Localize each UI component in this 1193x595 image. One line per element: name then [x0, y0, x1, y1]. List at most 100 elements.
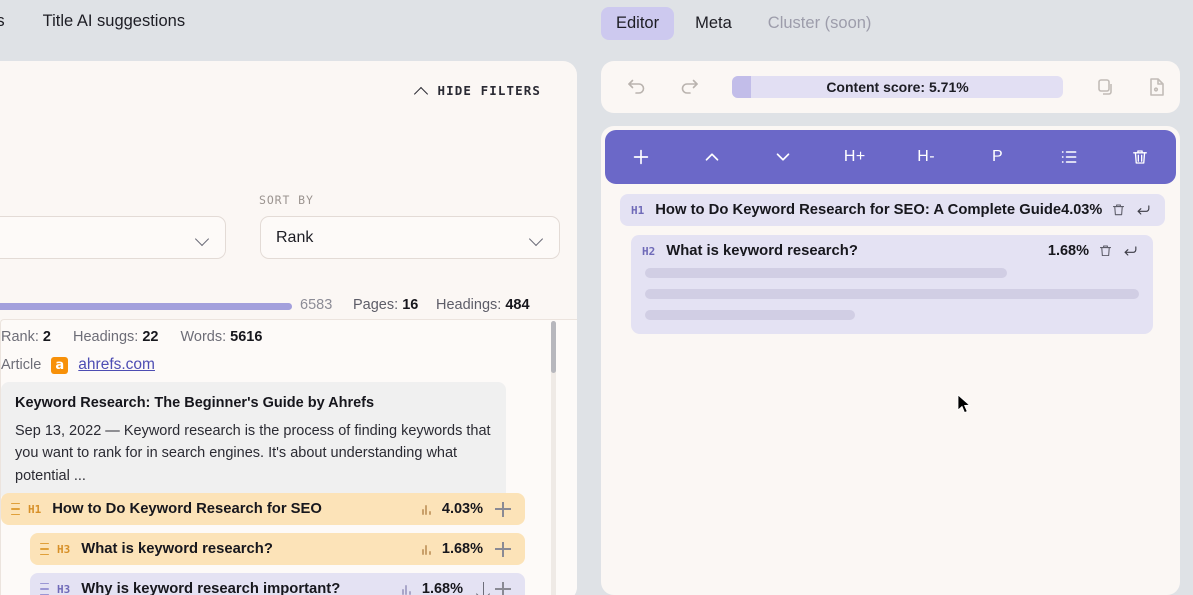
skeleton-line	[645, 289, 1139, 299]
heading-tag-badge: H1	[28, 503, 41, 516]
document-icon[interactable]	[1145, 75, 1169, 99]
bar-chart-icon	[422, 543, 435, 555]
hide-filters-label: HIDE FILTERS	[437, 83, 541, 98]
article-source-row: Article a ahrefs.com	[1, 356, 155, 374]
drag-handle-icon[interactable]	[11, 503, 20, 515]
result-headings-value: 22	[142, 329, 158, 345]
chevron-down-icon	[530, 234, 543, 247]
volume-progress-fill	[0, 303, 292, 310]
chevron-down-icon	[196, 234, 209, 247]
filter-select[interactable]	[0, 216, 226, 259]
plus-icon[interactable]	[495, 501, 512, 518]
content-score-label: Content score: 5.71%	[826, 79, 968, 95]
pages-counter: Pages: 16	[353, 297, 418, 313]
results-summary-row: 6583 Pages: 16 Headings: 484	[0, 297, 560, 321]
result-headings: Headings: 22	[73, 329, 158, 345]
results-scroll-area[interactable]: Rank: 2 Headings: 22 Words: 5616 Article…	[0, 319, 577, 595]
heading-tag-badge: H3	[57, 543, 70, 556]
result-rank-label: Rank:	[1, 329, 39, 345]
heading-up-icon: H+	[844, 148, 866, 166]
results-scrollbar[interactable]	[551, 321, 556, 595]
result-rank: Rank: 2	[1, 329, 51, 345]
chevron-up-icon	[701, 146, 723, 168]
trash-icon	[1130, 147, 1150, 167]
headings-counter-value: 484	[505, 297, 529, 313]
results-scrollbar-thumb[interactable]	[551, 321, 556, 373]
mouse-pointer-icon	[957, 394, 973, 416]
content-score-toolbar: Content score: 5.71%	[601, 61, 1180, 113]
heading-title: What is keyword research?	[81, 541, 273, 557]
topnav-item-suggestions-partial[interactable]: ons	[0, 12, 5, 31]
content-score-fill	[732, 76, 751, 98]
bar-chart-icon	[402, 583, 415, 595]
article-site-link[interactable]: ahrefs.com	[78, 356, 155, 374]
result-stats: Rank: 2 Headings: 22 Words: 5616	[1, 329, 262, 345]
editor-toolbar: H+ H- P	[605, 130, 1176, 184]
heading-decrease-button[interactable]: H-	[891, 130, 962, 184]
topnav-item-title-ai-suggestions[interactable]: Title AI suggestions	[43, 12, 185, 31]
heading-tag-badge: H1	[631, 204, 644, 217]
paragraph-button[interactable]: P	[962, 130, 1033, 184]
result-words-label: Words:	[180, 329, 226, 345]
pages-counter-label: Pages:	[353, 297, 398, 313]
serp-heading-row[interactable]: H1 How to Do Keyword Research for SEO 4.…	[1, 493, 525, 525]
headings-counter-label: Headings:	[436, 297, 501, 313]
list-button[interactable]	[1033, 130, 1104, 184]
delete-button[interactable]	[1105, 130, 1176, 184]
enter-icon[interactable]	[1135, 202, 1152, 218]
sort-by-select[interactable]: Rank	[260, 216, 560, 259]
move-up-button[interactable]	[676, 130, 747, 184]
serp-heading-row[interactable]: H3 What is keyword research? 1.68%	[30, 533, 525, 565]
serp-results-panel: HIDE FILTERS Y SORT BY Rank 6583 Pages: …	[0, 61, 577, 595]
panel-gutter	[580, 61, 597, 595]
heading-tag-badge: H3	[57, 583, 70, 595]
heading-title: How to Do Keyword Research for SEO	[52, 501, 322, 517]
copy-icon[interactable]	[1094, 75, 1118, 99]
snippet-body: Sep 13, 2022 — Keyword research is the p…	[15, 420, 492, 487]
article-label: Article	[1, 357, 41, 373]
skeleton-line	[645, 310, 855, 320]
drag-handle-icon[interactable]	[40, 583, 49, 595]
heading-percentage: 4.03%	[442, 501, 483, 517]
plus-icon	[630, 146, 652, 168]
plus-icon[interactable]	[495, 541, 512, 558]
heading-percentage: 1.68%	[442, 541, 483, 557]
chevron-up-icon	[415, 84, 428, 97]
undo-icon[interactable]	[625, 75, 649, 99]
top-bar: ons Title AI suggestions Editor Meta Clu…	[0, 0, 1193, 51]
result-words-value: 5616	[230, 329, 262, 345]
result-words: Words: 5616	[180, 329, 262, 345]
heading-increase-button[interactable]: H+	[819, 130, 890, 184]
bar-chart-icon	[422, 503, 435, 515]
list-icon	[1059, 147, 1079, 167]
sort-by-label: SORT BY	[259, 193, 314, 207]
panel-tabs: Editor Meta Cluster (soon)	[601, 7, 886, 40]
headings-counter: Headings: 484	[436, 297, 530, 313]
plus-icon[interactable]	[495, 581, 512, 595]
move-down-button[interactable]	[748, 130, 819, 184]
app-root: ons Title AI suggestions Editor Meta Clu…	[0, 0, 1193, 595]
result-headings-label: Headings:	[73, 329, 138, 345]
heading-title: How to Do Keyword Research for SEO: A Co…	[655, 202, 1061, 218]
redo-icon[interactable]	[677, 75, 701, 99]
skeleton-line	[645, 268, 1007, 278]
volume-value: 6583	[300, 297, 332, 313]
editor-content-placeholder	[631, 256, 1153, 334]
trash-icon[interactable]	[1111, 202, 1126, 218]
serp-heading-row[interactable]: H3 Why is keyword research important? 1.…	[30, 573, 525, 595]
pages-counter-value: 16	[402, 297, 418, 313]
drag-handle-icon[interactable]	[40, 543, 49, 555]
tab-editor[interactable]: Editor	[601, 7, 674, 40]
chevron-down-icon	[772, 146, 794, 168]
editor-heading-row[interactable]: H1 How to Do Keyword Research for SEO: A…	[620, 194, 1165, 226]
add-button[interactable]	[605, 130, 676, 184]
content-score-progress: Content score: 5.71%	[732, 76, 1063, 98]
tab-meta[interactable]: Meta	[680, 7, 747, 40]
serp-snippet: Keyword Research: The Beginner's Guide b…	[1, 382, 506, 502]
paragraph-icon: P	[992, 148, 1003, 166]
ahrefs-favicon-icon: a	[51, 357, 68, 374]
hide-filters-button[interactable]: HIDE FILTERS	[415, 83, 541, 98]
arrow-down-icon[interactable]	[475, 581, 492, 595]
heading-percentage: 1.68%	[422, 581, 463, 595]
heading-title: Why is keyword research important?	[81, 581, 340, 595]
